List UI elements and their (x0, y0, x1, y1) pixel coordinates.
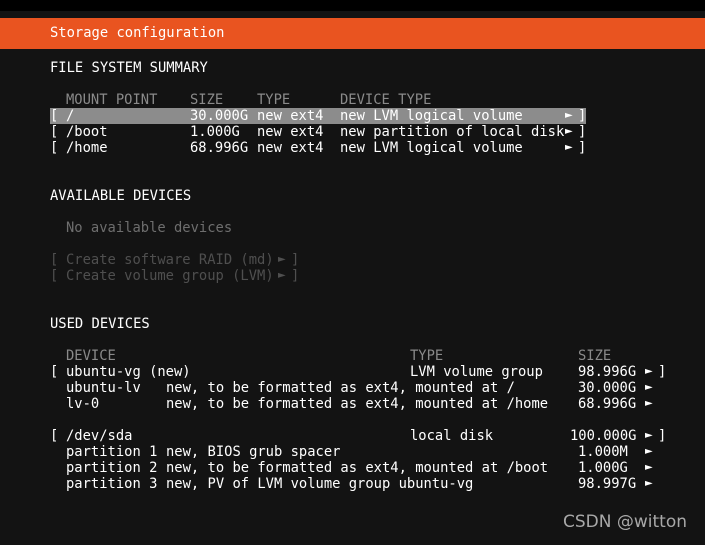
filesystem-summary-heading: FILE SYSTEM SUMMARY (50, 60, 208, 76)
page-title: Storage configuration (50, 25, 225, 41)
used-device-group-ubuntu-vg[interactable]: [ ubuntu-vg (new) LVM volume group 98.99… (0, 364, 666, 380)
expand-arrow-icon[interactable]: ► (278, 268, 286, 284)
available-devices-heading: AVAILABLE DEVICES (50, 188, 192, 204)
expand-arrow-icon[interactable]: ► (565, 124, 573, 140)
expand-arrow-icon[interactable]: ► (645, 380, 653, 396)
used-devices-heading: USED DEVICES (50, 316, 150, 332)
terminal-pre-header-gap (0, 11, 705, 18)
content-area: FILE SYSTEM SUMMARY MOUNT POINT SIZE TYP… (0, 49, 705, 545)
expand-arrow-icon[interactable]: ► (645, 364, 653, 380)
expand-arrow-icon[interactable]: ► (565, 140, 573, 156)
used-device-child-partition-2[interactable]: partition 2 new, to be formatted as ext4… (0, 460, 653, 476)
filesystem-row-boot[interactable]: [ /boot 1.000G new ext4 new partition of… (0, 124, 586, 140)
watermark: CSDN @witton (562, 512, 687, 532)
filesystem-row-home[interactable]: [ /home 68.996G new ext4 new LVM logical… (0, 140, 586, 156)
create-software-raid-button[interactable]: [ Create software RAID (md) ► ] (0, 252, 299, 268)
used-device-child-partition-3[interactable]: partition 3 new, PV of LVM volume group … (0, 476, 653, 492)
expand-arrow-icon[interactable]: ► (645, 396, 653, 412)
used-device-child-lv-0[interactable]: lv-0 new, to be formatted as ext4, mount… (0, 396, 653, 412)
expand-arrow-icon[interactable]: ► (645, 444, 653, 460)
filesystem-summary-column-headers: MOUNT POINT SIZE TYPE DEVICE TYPE (66, 92, 432, 108)
terminal-top-margin (0, 0, 705, 11)
used-devices-column-headers: DEVICE TYPE SIZE (66, 348, 612, 364)
filesystem-row-root[interactable]: [ / 30.000G new ext4 new LVM logical vol… (0, 108, 586, 124)
used-device-child-partition-1[interactable]: partition 1 new, BIOS grub spacer 1.000M… (0, 444, 653, 460)
expand-arrow-icon[interactable]: ► (278, 252, 286, 268)
used-device-group-dev-sda[interactable]: [ /dev/sda local disk 100.000G ► ] (0, 428, 666, 444)
expand-arrow-icon[interactable]: ► (565, 108, 573, 124)
expand-arrow-icon[interactable]: ► (645, 460, 653, 476)
used-device-child-ubuntu-lv[interactable]: ubuntu-lv new, to be formatted as ext4, … (0, 380, 653, 396)
create-volume-group-button[interactable]: [ Create volume group (LVM) ► ] (0, 268, 299, 284)
expand-arrow-icon[interactable]: ► (645, 428, 653, 444)
available-devices-empty-message: No available devices (66, 220, 233, 236)
installer-screen: Storage configuration FILE SYSTEM SUMMAR… (0, 0, 705, 545)
expand-arrow-icon[interactable]: ► (645, 476, 653, 492)
